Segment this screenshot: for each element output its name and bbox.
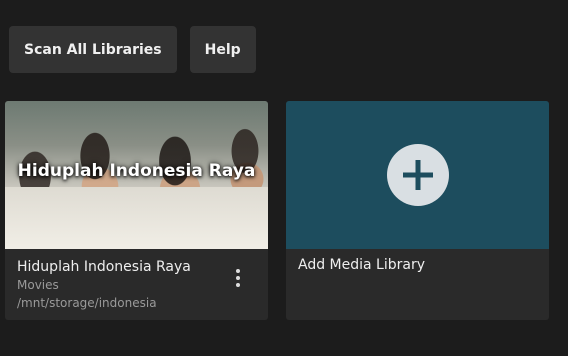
plus-icon[interactable]	[386, 144, 449, 206]
library-card[interactable]: Hiduplah Indonesia Raya Hiduplah Indones…	[5, 101, 268, 320]
add-media-library-card[interactable]: Add Media Library	[286, 101, 549, 320]
library-info: Hiduplah Indonesia Raya Movies /mnt/stor…	[5, 249, 268, 320]
library-path: /mnt/storage/indonesia	[17, 296, 157, 310]
add-library-thumbnail[interactable]	[286, 101, 549, 249]
toolbar: Scan All Libraries Help	[9, 26, 256, 73]
library-title[interactable]: Hiduplah Indonesia Raya	[17, 258, 256, 276]
help-button[interactable]: Help	[189, 26, 256, 73]
add-media-library-label[interactable]: Add Media Library	[286, 249, 549, 281]
scan-all-libraries-button[interactable]: Scan All Libraries	[9, 26, 177, 73]
more-options-icon[interactable]	[226, 266, 250, 290]
library-thumbnail[interactable]: Hiduplah Indonesia Raya	[5, 101, 268, 249]
library-type: Movies	[17, 278, 59, 292]
thumbnail-title: Hiduplah Indonesia Raya	[17, 161, 256, 181]
